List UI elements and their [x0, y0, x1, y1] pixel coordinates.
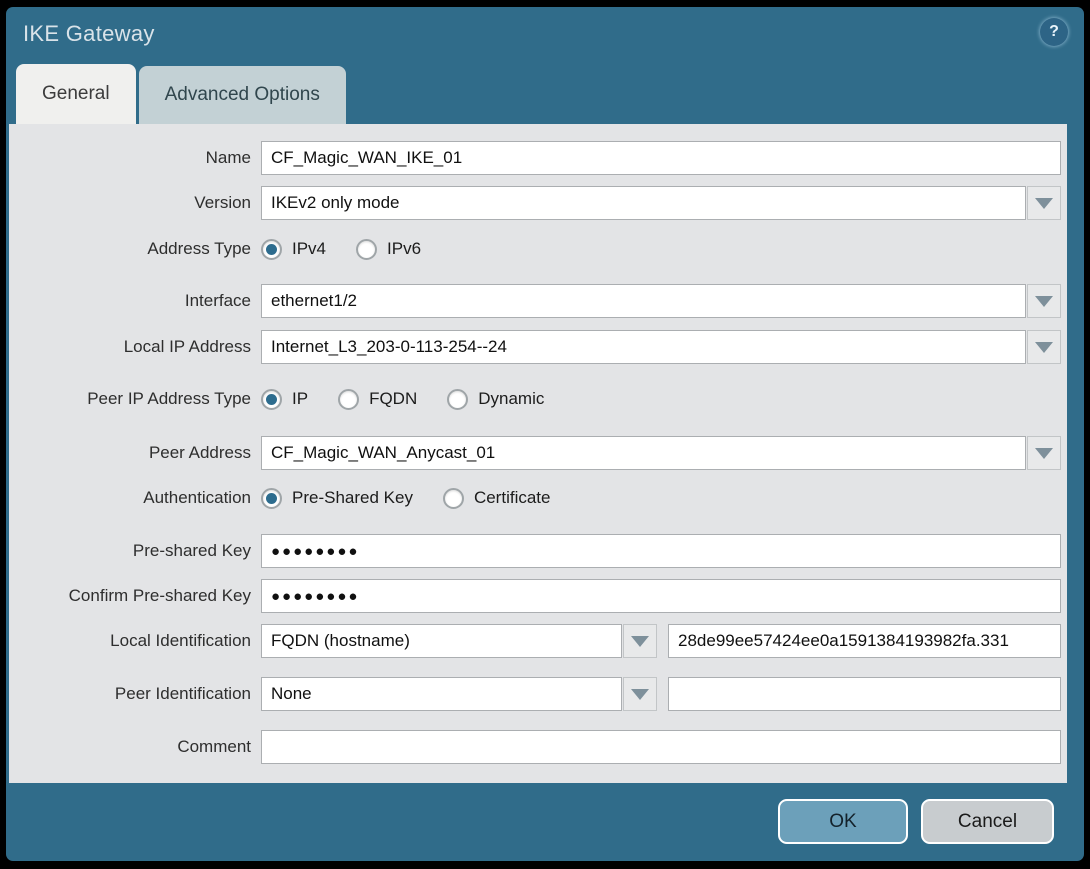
comment-input[interactable]: [261, 730, 1061, 764]
name-label: Name: [205, 148, 251, 167]
comment-row: Comment: [9, 730, 1061, 764]
local-ip-address-label: Local IP Address: [123, 337, 251, 356]
radio-option-pre-shared-key[interactable]: Pre-Shared Key: [261, 487, 413, 509]
name-input[interactable]: [261, 141, 1061, 175]
local-identification-dropdown-button[interactable]: [623, 624, 657, 658]
interface-row: Interface ethernet1/2: [9, 284, 1061, 318]
confirm-pre-shared-key-label: Confirm Pre-shared Key: [68, 586, 251, 605]
chevron-down-icon: [1035, 341, 1053, 353]
pre-shared-key-label: Pre-shared Key: [132, 541, 251, 560]
chevron-down-icon: [1035, 295, 1053, 307]
peer-identification-row: Peer Identification None: [9, 677, 1061, 711]
dialog-titlebar: IKE Gateway ?: [6, 7, 1084, 57]
local-ip-address-select[interactable]: Internet_L3_203-0-113-254--24: [261, 330, 1061, 364]
peer-ip-address-type-label: Peer IP Address Type: [87, 389, 251, 408]
local-identification-type-value[interactable]: FQDN (hostname): [261, 624, 622, 658]
peer-address-row: Peer Address CF_Magic_WAN_Anycast_01: [9, 436, 1061, 470]
peer-address-select[interactable]: CF_Magic_WAN_Anycast_01: [261, 436, 1061, 470]
version-select[interactable]: IKEv2 only mode: [261, 186, 1061, 220]
address-type-label: Address Type: [147, 239, 251, 258]
tab-advanced-options[interactable]: Advanced Options: [138, 66, 346, 124]
dialog-footer: OK Cancel: [6, 783, 1084, 861]
local-identification-type-select[interactable]: FQDN (hostname): [261, 624, 657, 658]
tab-bar: General Advanced Options: [16, 64, 346, 124]
radio-option-certificate[interactable]: Certificate: [442, 487, 550, 509]
peer-identification-value-input[interactable]: [668, 677, 1061, 711]
radio-selected-icon[interactable]: [261, 487, 282, 509]
radio-option-ipv6[interactable]: IPv6: [356, 238, 421, 260]
ok-button[interactable]: OK: [778, 799, 908, 844]
interface-selected-value[interactable]: ethernet1/2: [261, 284, 1026, 318]
ike-gateway-dialog: IKE Gateway ? General Advanced Options N…: [6, 7, 1084, 861]
authentication-row: Authentication Pre-Shared Key Certificat…: [9, 484, 1061, 512]
peer-identification-label: Peer Identification: [114, 684, 251, 703]
local-identification-label: Local Identification: [110, 631, 251, 650]
address-type-row: Address Type IPv4 IPv6: [9, 235, 1061, 263]
authentication-label: Authentication: [143, 488, 251, 507]
comment-label: Comment: [177, 737, 251, 756]
radio-option-dynamic[interactable]: Dynamic: [447, 388, 544, 410]
cancel-button[interactable]: Cancel: [921, 799, 1054, 844]
radio-selected-icon[interactable]: [261, 238, 282, 260]
chevron-down-icon: [631, 635, 649, 647]
version-row: Version IKEv2 only mode: [9, 186, 1061, 220]
chevron-down-icon: [1035, 197, 1053, 209]
peer-identification-type-select[interactable]: None: [261, 677, 657, 711]
radio-unselected-icon[interactable]: [338, 388, 360, 410]
pre-shared-key-input[interactable]: [261, 534, 1061, 568]
radio-unselected-icon[interactable]: [356, 238, 378, 260]
general-tab-panel: Name Version IKEv2 only mode Address Typ…: [9, 124, 1067, 783]
interface-dropdown-button[interactable]: [1027, 284, 1061, 318]
local-identification-value-input[interactable]: [668, 624, 1061, 658]
peer-identification-dropdown-button[interactable]: [623, 677, 657, 711]
help-icon[interactable]: ?: [1040, 18, 1068, 46]
local-ip-address-selected-value[interactable]: Internet_L3_203-0-113-254--24: [261, 330, 1026, 364]
local-ip-address-row: Local IP Address Internet_L3_203-0-113-2…: [9, 330, 1061, 364]
peer-address-dropdown-button[interactable]: [1027, 436, 1061, 470]
radio-unselected-icon[interactable]: [442, 487, 464, 509]
radio-option-ipv4[interactable]: IPv4: [261, 238, 326, 260]
interface-select[interactable]: ethernet1/2: [261, 284, 1061, 318]
version-selected-value[interactable]: IKEv2 only mode: [261, 186, 1026, 220]
radio-selected-icon[interactable]: [261, 388, 282, 410]
local-identification-row: Local Identification FQDN (hostname): [9, 624, 1061, 658]
chevron-down-icon: [631, 688, 649, 700]
dialog-title: IKE Gateway: [23, 21, 155, 46]
name-row: Name: [9, 141, 1061, 175]
peer-ip-address-type-row: Peer IP Address Type IP FQDN Dynamic: [9, 385, 1061, 413]
peer-address-selected-value[interactable]: CF_Magic_WAN_Anycast_01: [261, 436, 1026, 470]
peer-identification-type-value[interactable]: None: [261, 677, 622, 711]
confirm-pre-shared-key-row: Confirm Pre-shared Key: [9, 579, 1061, 613]
interface-label: Interface: [184, 291, 251, 310]
confirm-pre-shared-key-input[interactable]: [261, 579, 1061, 613]
chevron-down-icon: [1035, 447, 1053, 459]
radio-option-ip[interactable]: IP: [261, 388, 308, 410]
pre-shared-key-row: Pre-shared Key: [9, 534, 1061, 568]
version-dropdown-button[interactable]: [1027, 186, 1061, 220]
radio-option-fqdn[interactable]: FQDN: [338, 388, 417, 410]
local-ip-address-dropdown-button[interactable]: [1027, 330, 1061, 364]
tab-general[interactable]: General: [16, 64, 136, 124]
radio-unselected-icon[interactable]: [447, 388, 469, 410]
version-label: Version: [194, 193, 251, 212]
peer-address-label: Peer Address: [148, 443, 251, 462]
